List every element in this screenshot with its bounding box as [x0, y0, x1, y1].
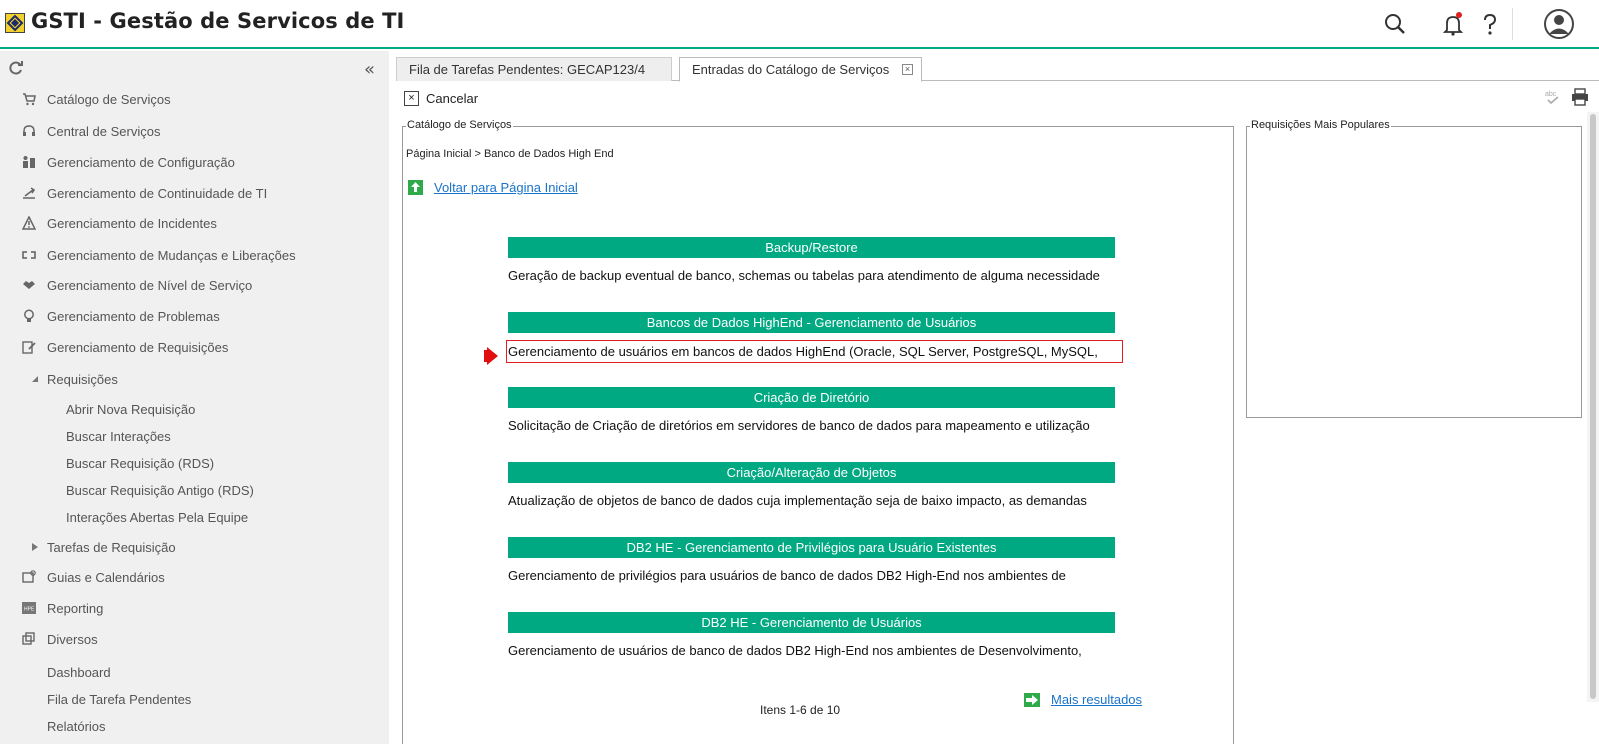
tab-label: Fila de Tarefas Pendentes: GECAP123/4 [409, 62, 646, 77]
header-divider [1512, 8, 1513, 40]
sidebar-item-label: Relatórios [47, 718, 106, 734]
hpe-reporting-icon: HPE [21, 600, 37, 616]
catalog-entry-title[interactable]: Criação/Alteração de Objetos [508, 462, 1115, 483]
breadcrumb: Página Inicial > Banco de Dados High End [406, 148, 614, 160]
notification-bell-icon[interactable] [1440, 11, 1466, 37]
copy-windows-icon [21, 631, 37, 647]
spellcheck-icon[interactable]: abc [1544, 88, 1562, 106]
warning-icon [21, 215, 37, 231]
sidebar-item-label: Gerenciamento de Requisições [47, 339, 229, 355]
collapse-sidebar-icon[interactable]: « [364, 59, 375, 80]
continuity-icon [21, 185, 37, 201]
app-title: GSTI - Gestão de Servicos de TI [31, 9, 405, 33]
app-header: GSTI - Gestão de Servicos de TI [0, 0, 1599, 49]
more-results-link-text[interactable]: Mais resultados [1051, 692, 1142, 707]
catalog-entry-desc[interactable]: Solicitação de Criação de diretórios em … [508, 416, 1123, 436]
search-icon[interactable] [1382, 11, 1408, 37]
sidebar-subitem-interacoes-equipe[interactable]: Interações Abertas Pela Equipe [66, 510, 248, 525]
headset-icon [21, 123, 37, 139]
handshake-icon [21, 277, 37, 293]
more-results-link[interactable]: Mais resultados [1024, 692, 1142, 707]
cancel-button[interactable]: × Cancelar [404, 88, 478, 108]
sidebar-group-label: Tarefas de Requisição [47, 539, 176, 555]
tab-fila-tarefas[interactable]: Fila de Tarefas Pendentes: GECAP123/4 [396, 57, 672, 81]
sidebar-item-label: Central de Serviços [47, 123, 161, 139]
cart-icon [21, 91, 37, 107]
catalog-entry-desc[interactable]: Atualização de objetos de banco de dados… [508, 491, 1123, 511]
refresh-icon[interactable] [8, 60, 24, 76]
tab-label: Entradas do Catálogo de Serviços [692, 62, 890, 77]
lightbulb-icon [21, 308, 37, 324]
help-icon[interactable] [1477, 11, 1503, 37]
sidebar-item-label: Catálogo de Serviços [47, 91, 171, 107]
vertical-scrollbar[interactable] [1587, 112, 1599, 702]
svg-text:abc: abc [1545, 91, 1557, 98]
catalog-entry-title[interactable]: DB2 HE - Gerenciamento de Usuários [508, 612, 1115, 633]
catalog-entry-title[interactable]: Bancos de Dados HighEnd - Gerenciamento … [508, 312, 1115, 333]
change-icon [21, 247, 37, 263]
expanded-triangle-icon [27, 371, 43, 387]
sidebar-item-label: Gerenciamento de Continuidade de TI [47, 185, 268, 201]
popular-requests-panel: Requisições Mais Populares [1246, 119, 1582, 418]
back-home-link[interactable]: Voltar para Página Inicial [408, 180, 578, 195]
catalog-entry-desc-highlighted[interactable]: Gerenciamento de usuários em bancos de d… [506, 340, 1123, 363]
svg-text:HPE: HPE [24, 607, 35, 613]
catalog-entry-title[interactable]: DB2 HE - Gerenciamento de Privilégios pa… [508, 537, 1115, 558]
catalog-entry-title[interactable]: Backup/Restore [508, 237, 1115, 258]
catalog-entry-desc[interactable]: Gerenciamento de usuários de banco de da… [508, 641, 1123, 661]
collapsed-triangle-icon [27, 539, 43, 555]
catalog-entry-desc[interactable]: Geração de backup eventual de banco, sch… [508, 266, 1123, 286]
catalog-entry-desc[interactable]: Gerenciamento de privilégios para usuári… [508, 566, 1123, 586]
calendar-guide-icon [21, 569, 37, 585]
bank-logo-icon [5, 13, 25, 33]
catalog-legend: Catálogo de Serviços [406, 119, 513, 131]
sidebar-item-label: Gerenciamento de Incidentes [47, 215, 217, 231]
tab-bar: Fila de Tarefas Pendentes: GECAP123/4 En… [396, 53, 1599, 82]
sidebar-subitem-buscar-rds[interactable]: Buscar Requisição (RDS) [66, 456, 214, 471]
print-icon[interactable] [1571, 88, 1589, 106]
close-tab-icon[interactable]: × [902, 64, 913, 75]
arrow-right-icon [1024, 692, 1040, 707]
sidebar-item-label: Gerenciamento de Mudanças e Liberações [47, 247, 296, 263]
sidebar-group-label: Requisições [47, 371, 118, 387]
sidebar-subitem-buscar-antigo[interactable]: Buscar Requisição Antigo (RDS) [66, 483, 254, 498]
sidebar-item-label: Diversos [47, 631, 98, 647]
arrow-up-icon [408, 180, 423, 195]
back-home-link-text[interactable]: Voltar para Página Inicial [434, 180, 578, 195]
scrollbar-thumb[interactable] [1590, 114, 1596, 699]
user-avatar-icon[interactable] [1544, 9, 1574, 39]
sidebar-item-label: Gerenciamento de Problemas [47, 308, 220, 324]
catalog-entry-title[interactable]: Criação de Diretório [508, 387, 1115, 408]
sidebar-subitem-buscar-interacoes[interactable]: Buscar Interações [66, 429, 171, 444]
tab-entradas-catalogo[interactable]: Entradas do Catálogo de Serviços × [679, 57, 922, 82]
sidebar-item-label: Gerenciamento de Configuração [47, 154, 235, 170]
pagination-status: Itens 1-6 de 10 [760, 703, 841, 717]
sidebar-item-label: Guias e Calendários [47, 569, 165, 585]
config-icon [21, 154, 37, 170]
sidebar-item-label: Reporting [47, 600, 104, 616]
sidebar-item-label: Gerenciamento de Nível de Serviço [47, 277, 253, 293]
cancel-label: Cancelar [426, 90, 479, 106]
sidebar-item-label: Fila de Tarefa Pendentes [47, 691, 192, 707]
edit-doc-icon [21, 339, 37, 355]
sidebar-item-label: Dashboard [47, 664, 111, 680]
popular-requests-legend: Requisições Mais Populares [1250, 119, 1391, 131]
red-arrow-icon [487, 347, 498, 365]
sidebar-subitem-abrir[interactable]: Abrir Nova Requisição [66, 402, 195, 417]
close-box-icon: × [404, 90, 419, 106]
